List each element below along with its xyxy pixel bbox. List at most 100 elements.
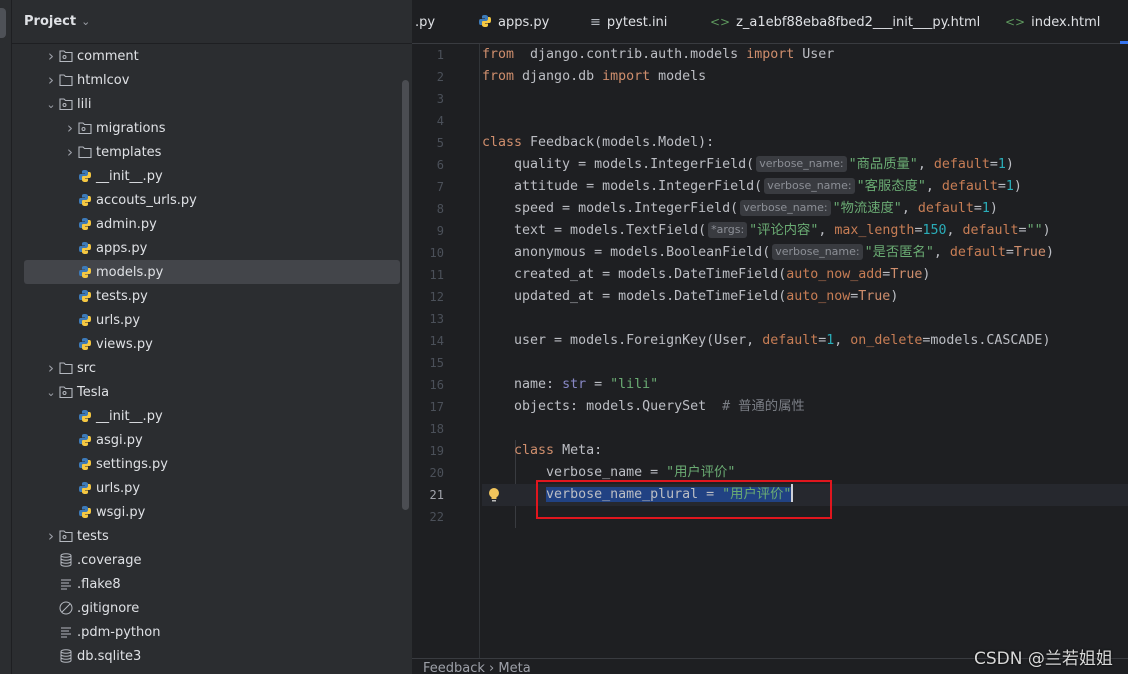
ignore-icon	[58, 600, 74, 616]
pkg-icon	[58, 528, 74, 544]
code-line[interactable]: attitude = models.IntegerField(verbose_n…	[482, 176, 1128, 198]
code-token: Feedback(models.Model):	[522, 135, 715, 150]
code-token: text = models.TextField(	[482, 223, 707, 238]
code-token: True	[890, 267, 923, 282]
folder-icon	[58, 72, 74, 88]
tree-item[interactable]: __init__.py	[12, 404, 400, 428]
chevron-right-icon[interactable]: ›	[63, 143, 77, 161]
code-line[interactable]: quality = models.IntegerField(verbose_na…	[482, 154, 1128, 176]
tree-item[interactable]: wsgi.py	[12, 500, 400, 524]
code-token: default	[949, 245, 1006, 260]
tree-item[interactable]: admin.py	[12, 212, 400, 236]
tree-item[interactable]: › htmlcov	[12, 68, 400, 92]
chevron-down-icon[interactable]: ⌄	[44, 98, 58, 111]
editor-tab[interactable]: apps.py	[478, 0, 549, 44]
tree-item[interactable]: settings.py	[12, 452, 400, 476]
tree-item[interactable]: accouts_urls.py	[12, 188, 400, 212]
code-line[interactable]: created_at = models.DateTimeField(auto_n…	[482, 264, 1128, 286]
code-token: import	[602, 69, 651, 84]
tree-item[interactable]: apps.py	[12, 236, 400, 260]
code-line[interactable]: class Feedback(models.Model):	[482, 132, 1128, 154]
code-line[interactable]: class Meta:	[482, 440, 1128, 462]
code-editor[interactable]: from django.contrib.auth.models import U…	[412, 44, 1128, 658]
line-number: 22	[429, 510, 444, 524]
text-icon	[58, 624, 74, 640]
chevron-right-icon[interactable]: ›	[44, 527, 58, 545]
line-number: 6	[436, 158, 444, 172]
code-token: max_length	[834, 223, 915, 238]
project-header[interactable]: Project ⌄	[12, 0, 412, 44]
tree-item[interactable]: tests.py	[12, 284, 400, 308]
tree-item[interactable]: __init__.py	[12, 164, 400, 188]
tree-item[interactable]: › tests	[12, 524, 400, 548]
tree-item-label: .coverage	[77, 552, 142, 568]
tree-item[interactable]: › templates	[12, 140, 400, 164]
tree-item-label: __init__.py	[96, 168, 163, 184]
code-line[interactable]: updated_at = models.DateTimeField(auto_n…	[482, 286, 1128, 308]
chevron-right-icon[interactable]: ›	[44, 47, 58, 65]
tree-item[interactable]: ⌄ lili	[12, 92, 400, 116]
chevron-down-icon[interactable]: ⌄	[44, 386, 58, 399]
code-line[interactable]: objects: models.QuerySet # 普通的属性	[482, 396, 1128, 418]
code-token: )	[1045, 245, 1054, 260]
scrollbar[interactable]	[402, 80, 409, 510]
code-line[interactable]: user = models.ForeignKey(User, default=1…	[482, 330, 1128, 352]
code-token: ,	[901, 201, 918, 216]
code-token: default	[762, 333, 819, 348]
python-icon	[77, 168, 93, 184]
breadcrumb-item[interactable]: Meta	[498, 661, 530, 674]
code-token: =models.CASCADE)	[922, 333, 1051, 348]
code-token: updated_at = models.DateTimeField(	[482, 289, 787, 304]
code-line[interactable]: anonymous = models.BooleanField(verbose_…	[482, 242, 1128, 264]
pkg-icon	[58, 96, 74, 112]
code-line[interactable]	[482, 110, 1128, 132]
tree-item[interactable]: .gitignore	[12, 596, 400, 620]
tree-item[interactable]: urls.py	[12, 476, 400, 500]
code-line[interactable]	[482, 88, 1128, 110]
code-line[interactable]: name: str = "lili"	[482, 374, 1128, 396]
tree-item[interactable]: › comment	[12, 44, 400, 68]
tree-item-label: db.sqlite3	[77, 648, 142, 664]
chevron-right-icon[interactable]: ›	[44, 359, 58, 377]
chevron-down-icon[interactable]: ⌄	[81, 15, 90, 28]
project-title: Project	[24, 14, 77, 29]
code-token: import	[746, 47, 795, 62]
code-line[interactable]: from django.db import models	[482, 66, 1128, 88]
editor-tab[interactable]: <> index.html	[1005, 0, 1100, 44]
line-number: 8	[436, 202, 444, 216]
tree-item[interactable]: urls.py	[12, 308, 400, 332]
tree-item[interactable]: .coverage	[12, 548, 400, 572]
tree-item[interactable]: › src	[12, 356, 400, 380]
code-line[interactable]	[482, 308, 1128, 330]
tree-item[interactable]: models.py	[24, 260, 400, 284]
code-line[interactable]	[482, 352, 1128, 374]
line-number: 17	[429, 400, 444, 414]
tree-item[interactable]: .flake8	[12, 572, 400, 596]
code-token: default	[962, 223, 1019, 238]
tree-item[interactable]: db.sqlite3	[12, 644, 400, 668]
tree-item[interactable]: asgi.py	[12, 428, 400, 452]
code-token: class	[482, 135, 523, 150]
code-line[interactable]: speed = models.IntegerField(verbose_name…	[482, 198, 1128, 220]
editor-tab[interactable]: .py	[415, 0, 435, 44]
breadcrumb-item[interactable]: Feedback	[423, 661, 485, 674]
tree-item[interactable]: .pdm-python	[12, 620, 400, 644]
line-number: 10	[429, 246, 444, 260]
chevron-right-icon[interactable]: ›	[44, 71, 58, 89]
tree-item[interactable]: ⌄ Tesla	[12, 380, 400, 404]
code-line[interactable]	[482, 418, 1128, 440]
lightbulb-icon[interactable]	[488, 487, 500, 503]
editor-tab[interactable]: ≡ pytest.ini	[590, 0, 667, 44]
python-icon	[77, 432, 93, 448]
tree-item[interactable]: › migrations	[12, 116, 400, 140]
tree-item-label: wsgi.py	[96, 504, 146, 520]
project-tool-button[interactable]	[0, 8, 6, 38]
chevron-right-icon[interactable]: ›	[63, 119, 77, 137]
tree-item[interactable]: views.py	[12, 332, 400, 356]
code-line[interactable]: from django.contrib.auth.models import U…	[482, 44, 1128, 66]
code-token: str	[562, 377, 587, 392]
gutter-divider	[479, 44, 480, 658]
editor-tab[interactable]: <> z_a1ebf88eba8fbed2___init___py.html	[710, 0, 980, 44]
code-line[interactable]: text = models.TextField(*args: "评论内容", ma…	[482, 220, 1128, 242]
tree-item-label: apps.py	[96, 240, 148, 256]
